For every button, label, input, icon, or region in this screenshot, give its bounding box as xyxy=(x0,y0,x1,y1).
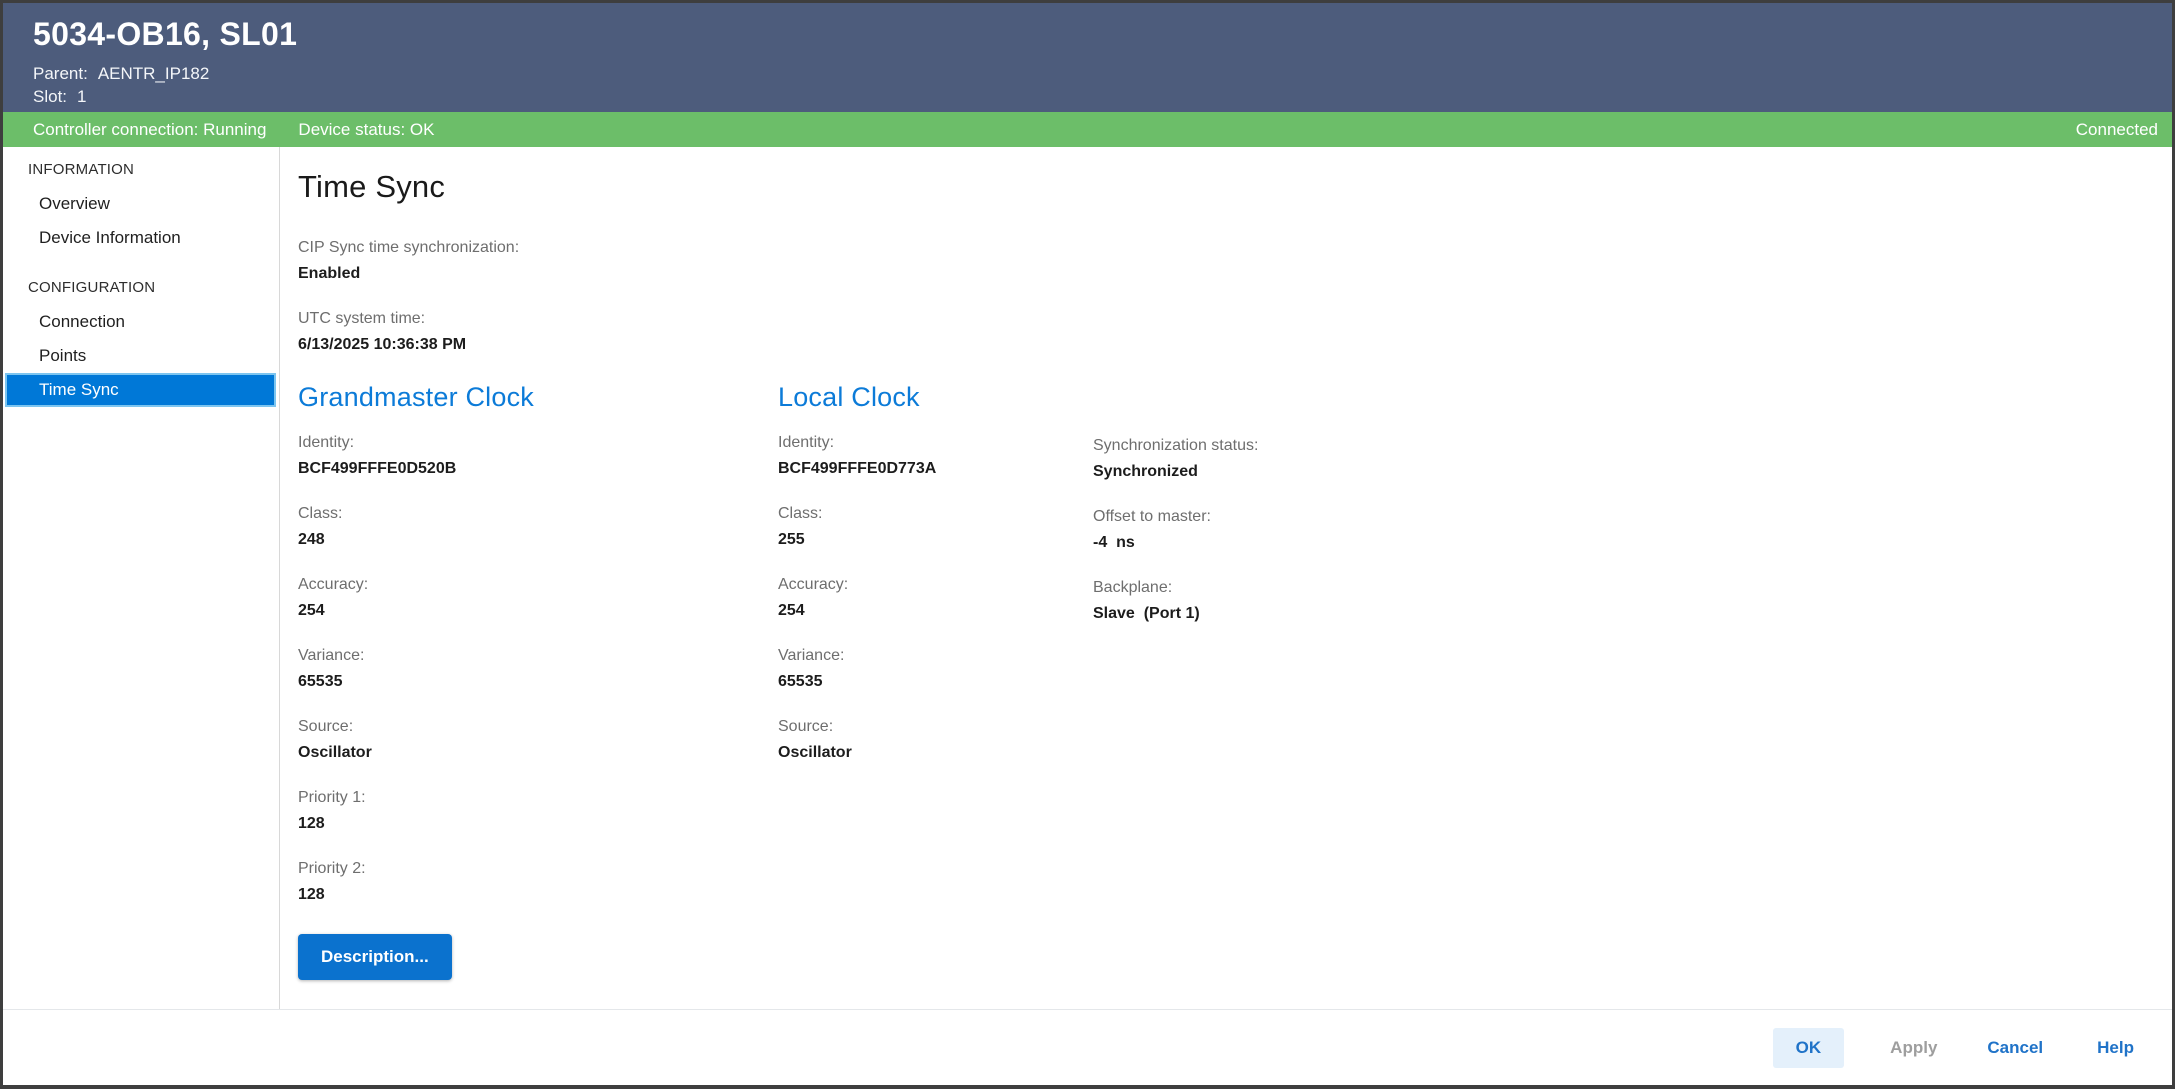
field-local-variance: Variance: 65535 xyxy=(778,643,1093,695)
help-button[interactable]: Help xyxy=(2093,1028,2138,1068)
field-cip-sync: CIP Sync time synchronization: Enabled xyxy=(298,235,2132,287)
parent-label: Parent: xyxy=(33,64,88,83)
sidebar-item-time-sync[interactable]: Time Sync xyxy=(5,373,276,407)
general-fields: CIP Sync time synchronization: Enabled U… xyxy=(298,235,2132,358)
field-gm-variance: Variance: 65535 xyxy=(298,643,778,695)
page-title: Time Sync xyxy=(298,169,2132,205)
sidebar-item-points[interactable]: Points xyxy=(3,339,279,373)
slot-line: Slot: 1 xyxy=(33,85,2142,108)
sidebar-item-overview[interactable]: Overview xyxy=(3,187,279,221)
parent-value: AENTR_IP182 xyxy=(98,64,210,83)
slot-label: Slot: xyxy=(33,87,67,106)
dialog-body: INFORMATION Overview Device Information … xyxy=(3,147,2172,1009)
ok-button[interactable]: OK xyxy=(1773,1028,1845,1068)
field-gm-identity: Identity: BCF499FFFE0D520B xyxy=(298,430,778,482)
grandmaster-clock-section: Grandmaster Clock Identity: BCF499FFFE0D… xyxy=(298,382,778,980)
field-local-accuracy: Accuracy: 254 xyxy=(778,572,1093,624)
slot-value: 1 xyxy=(77,87,86,106)
field-local-identity: Identity: BCF499FFFE0D773A xyxy=(778,430,1093,482)
local-clock-heading: Local Clock xyxy=(778,382,1093,413)
field-utc-system-time: UTC system time: 6/13/2025 10:36:38 PM xyxy=(298,306,2132,358)
sidebar-item-connection[interactable]: Connection xyxy=(3,305,279,339)
sidebar-nav: INFORMATION Overview Device Information … xyxy=(3,147,280,1009)
field-backplane: Backplane: Slave (Port 1) xyxy=(1093,575,1258,627)
field-offset-to-master: Offset to master: -4 ns xyxy=(1093,504,1258,556)
nav-group-configuration: CONFIGURATION xyxy=(3,269,279,305)
module-header: 5034-OB16, SL01 Parent: AENTR_IP182 Slot:… xyxy=(3,3,2172,112)
field-gm-source: Source: Oscillator xyxy=(298,714,778,766)
field-gm-priority-2: Priority 2: 128 xyxy=(298,856,778,908)
field-gm-class: Class: 248 xyxy=(298,501,778,553)
clock-columns: Grandmaster Clock Identity: BCF499FFFE0D… xyxy=(298,382,2132,980)
module-title: 5034-OB16, SL01 xyxy=(33,16,2142,53)
grandmaster-clock-heading: Grandmaster Clock xyxy=(298,382,778,413)
field-gm-accuracy: Accuracy: 254 xyxy=(298,572,778,624)
field-local-source: Source: Oscillator xyxy=(778,714,1093,766)
controller-connection-status: Controller connection: Running xyxy=(33,120,266,140)
sync-status-section: Synchronization status: Synchronized Off… xyxy=(1093,382,1258,980)
parent-line: Parent: AENTR_IP182 xyxy=(33,62,2142,85)
cancel-button[interactable]: Cancel xyxy=(1983,1028,2047,1068)
device-properties-window: 5034-OB16, SL01 Parent: AENTR_IP182 Slot:… xyxy=(0,0,2175,1089)
description-button[interactable]: Description... xyxy=(298,934,452,980)
field-gm-priority-1: Priority 1: 128 xyxy=(298,785,778,837)
local-clock-section: Local Clock Identity: BCF499FFFE0D773A C… xyxy=(778,382,1093,980)
status-bar: Controller connection: Running Device st… xyxy=(3,112,2172,147)
device-status: Device status: OK xyxy=(298,120,434,140)
footer-bar: OK Apply Cancel Help xyxy=(3,1009,2172,1085)
field-local-class: Class: 255 xyxy=(778,501,1093,553)
apply-button[interactable]: Apply xyxy=(1890,1038,1937,1058)
sidebar-item-device-information[interactable]: Device Information xyxy=(3,221,279,255)
time-sync-page: Time Sync CIP Sync time synchronization:… xyxy=(280,147,2172,1009)
field-sync-status: Synchronization status: Synchronized xyxy=(1093,433,1258,485)
connection-state-badge: Connected xyxy=(2076,120,2158,140)
nav-group-information: INFORMATION xyxy=(3,151,279,187)
